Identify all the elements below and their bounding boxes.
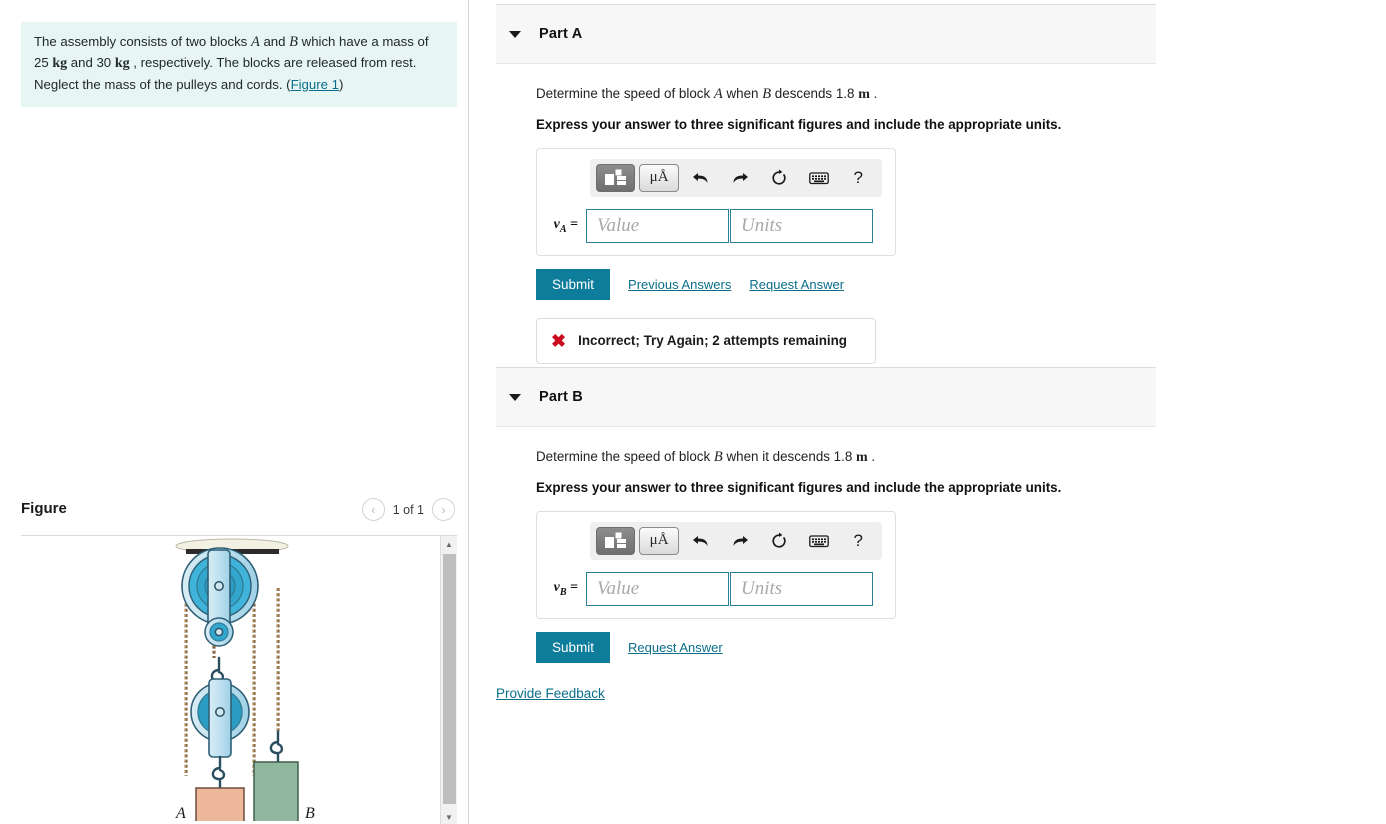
scroll-up-arrow-icon[interactable]: ▲: [441, 536, 457, 552]
block-b-label: B: [305, 805, 315, 821]
figure-next-button[interactable]: ›: [432, 498, 455, 521]
part-a-request-answer-link[interactable]: Request Answer: [749, 277, 844, 292]
help-icon[interactable]: ?: [841, 527, 876, 555]
figure-1-link[interactable]: Figure 1: [291, 77, 339, 92]
redo-icon[interactable]: [722, 527, 757, 555]
q-end: .: [869, 86, 878, 101]
chevron-right-icon: ›: [441, 502, 446, 517]
problem-text-6: ): [338, 76, 344, 92]
q-unit: m: [858, 87, 870, 102]
part-a-value-input[interactable]: [586, 208, 729, 243]
part-a-previous-answers-link[interactable]: Previous Answers: [628, 277, 731, 292]
part-b-header[interactable]: Part B: [496, 367, 1156, 427]
reset-icon[interactable]: [762, 164, 797, 192]
part-a-answer-card: μÅ ? vA = Value Units: [536, 147, 896, 256]
problem-unit-kg-1: kg: [52, 56, 68, 72]
part-b-submit-button[interactable]: Submit: [536, 631, 611, 663]
part-a-feedback-text: Incorrect; Try Again; 2 attempts remaini…: [578, 333, 847, 349]
part-a-input-row: vA =: [546, 208, 886, 243]
part-b-request-answer-link[interactable]: Request Answer: [628, 640, 723, 655]
problem-text-4: and 30: [67, 55, 115, 71]
mastering-physics-problem-page: The assembly consists of two blocks A an…: [0, 0, 1386, 824]
figure-title: Figure: [21, 500, 67, 517]
chevron-left-icon: ‹: [371, 502, 376, 517]
part-b-block: Part B Determine the speed of block B wh…: [496, 367, 1156, 663]
scrollbar-thumb[interactable]: [443, 554, 456, 804]
q-pre: Determine the speed of block: [536, 86, 714, 101]
part-a-toolbar: μÅ ?: [590, 158, 882, 197]
template-icon[interactable]: [596, 526, 636, 555]
part-b-question: Determine the speed of block B when it d…: [536, 447, 1156, 468]
q-var1: B: [713, 449, 723, 465]
part-a-label: Part A: [539, 26, 583, 42]
right-panel: Part A Determine the speed of block A wh…: [470, 0, 1386, 824]
part-a-body: Determine the speed of block A when B de…: [496, 84, 1156, 364]
reset-icon[interactable]: [762, 527, 797, 555]
keyboard-icon[interactable]: [801, 164, 836, 192]
undo-icon[interactable]: [683, 164, 718, 192]
part-b-instruction: Express your answer to three significant…: [536, 479, 1062, 495]
chevron-down-icon[interactable]: [509, 393, 521, 401]
q-unit: m: [856, 450, 868, 465]
q-post: descends 1.8: [771, 86, 859, 101]
part-a-block: Part A Determine the speed of block A wh…: [496, 4, 1156, 364]
q-var2: B: [762, 86, 772, 102]
figure-viewport: A B ▲ ▼: [21, 535, 457, 824]
part-a-instruction: Express your answer to three significant…: [536, 116, 1062, 132]
provide-feedback-link[interactable]: Provide Feedback: [496, 686, 605, 701]
figure-image: A B: [21, 536, 439, 824]
part-b-submit-row: Submit Request Answer: [536, 631, 1156, 663]
part-a-header[interactable]: Part A: [496, 4, 1156, 64]
template-icon[interactable]: [596, 163, 636, 192]
part-a-submit-row: Submit Previous Answers Request Answer: [536, 268, 1156, 300]
part-b-label: Part B: [539, 389, 583, 405]
figure-scrollbar[interactable]: ▲ ▼: [440, 536, 457, 824]
part-b-answer-card: μÅ ? vB = Value Units: [536, 510, 896, 619]
units-icon[interactable]: μÅ: [639, 163, 679, 192]
problem-var-b: B: [289, 34, 299, 50]
problem-text-2: and: [259, 34, 290, 49]
part-a-submit-button[interactable]: Submit: [536, 268, 611, 300]
problem-text-1: The assembly consists of two blocks: [34, 34, 251, 49]
part-b-toolbar: μÅ ?: [590, 521, 882, 560]
q-end: .: [867, 449, 876, 464]
undo-icon[interactable]: [683, 527, 718, 555]
part-b-value-input[interactable]: [586, 571, 729, 606]
problem-var-a: A: [250, 34, 260, 50]
part-a-question: Determine the speed of block A when B de…: [536, 84, 1156, 105]
figure-header: Figure ‹ 1 of 1 ›: [21, 498, 457, 534]
part-a-units-input[interactable]: [730, 208, 873, 243]
part-b-body: Determine the speed of block B when it d…: [496, 447, 1156, 663]
figure-counter: 1 of 1: [392, 502, 424, 517]
pulley-assembly-diagram: A B: [175, 538, 315, 821]
redo-icon[interactable]: [722, 164, 757, 192]
q-mid: when it descends 1.8: [722, 449, 857, 464]
problem-statement: The assembly consists of two blocks A an…: [21, 22, 457, 107]
scroll-down-arrow-icon[interactable]: ▼: [441, 809, 457, 824]
part-a-variable-label: vA =: [553, 216, 578, 235]
part-a-feedback-box: ✖ Incorrect; Try Again; 2 attempts remai…: [536, 317, 876, 364]
help-icon[interactable]: ?: [841, 164, 876, 192]
problem-unit-kg-2: kg: [114, 56, 130, 72]
part-b-units-input[interactable]: [730, 571, 873, 606]
part-b-variable-label: vB =: [553, 579, 578, 598]
figure-navigation: ‹ 1 of 1 ›: [361, 498, 455, 521]
block-a-label: A: [175, 805, 186, 821]
chevron-down-icon[interactable]: [509, 30, 521, 38]
q-pre: Determine the speed of block: [536, 449, 714, 464]
q-var1: A: [713, 86, 723, 102]
q-mid: when: [722, 86, 763, 101]
incorrect-icon: ✖: [551, 330, 567, 351]
part-b-input-row: vB =: [546, 571, 886, 606]
left-panel: The assembly consists of two blocks A an…: [0, 0, 469, 824]
units-icon[interactable]: μÅ: [639, 526, 679, 555]
figure-prev-button[interactable]: ‹: [361, 498, 385, 521]
keyboard-icon[interactable]: [801, 527, 836, 555]
